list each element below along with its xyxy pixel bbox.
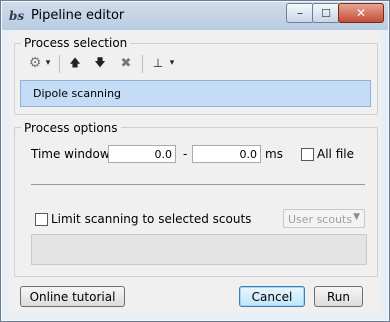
time-unit-label: ms <box>265 147 283 161</box>
toolbar-separator <box>59 55 60 73</box>
time-window-label: Time window: <box>31 147 114 161</box>
maximize-button[interactable]: ☐ <box>312 3 340 23</box>
tree-icon[interactable]: ⊥ <box>150 53 166 73</box>
maximize-icon: ☐ <box>321 6 331 20</box>
delete-icon[interactable]: ✖ <box>118 53 134 73</box>
all-file-label[interactable]: All file <box>317 147 354 161</box>
move-up-icon[interactable]: 🡅 <box>67 53 83 73</box>
pipeline-editor-window: bs Pipeline editor – ☐ ✕ Process selecti… <box>0 0 390 322</box>
limit-scouts-label[interactable]: Limit scanning to selected scouts <box>51 212 251 226</box>
limit-scouts-checkbox[interactable] <box>35 213 48 226</box>
gear-dropdown-icon[interactable]: ▾ <box>43 53 53 73</box>
close-button[interactable]: ✕ <box>338 3 384 23</box>
process-options-title: Process options <box>21 121 121 135</box>
tree-dropdown-icon[interactable]: ▾ <box>167 53 177 73</box>
window-title: Pipeline editor <box>31 8 125 23</box>
brainstorm-app-icon: bs <box>9 9 25 23</box>
title-bar[interactable]: bs Pipeline editor – ☐ ✕ <box>2 2 388 30</box>
options-divider <box>31 184 365 185</box>
move-down-icon[interactable]: 🡇 <box>92 53 108 73</box>
minimize-button[interactable]: – <box>286 3 314 23</box>
toolbar-separator <box>142 55 143 73</box>
time-dash: - <box>183 147 188 161</box>
scouts-select-value: User scouts <box>288 213 353 226</box>
all-file-checkbox[interactable] <box>301 148 314 161</box>
time-start-input[interactable]: 0.0 <box>108 145 176 163</box>
online-tutorial-button[interactable]: Online tutorial <box>20 286 125 307</box>
chevron-down-icon: ▼ <box>353 212 360 222</box>
run-button[interactable]: Run <box>314 286 363 307</box>
list-item[interactable]: Dipole scanning <box>33 87 121 100</box>
close-icon: ✕ <box>355 6 367 20</box>
minimize-icon: – <box>297 6 303 20</box>
time-end-input[interactable]: 0.0 <box>192 145 261 163</box>
scouts-select[interactable]: User scouts ▼ <box>283 209 365 228</box>
process-selection-title: Process selection <box>21 36 131 50</box>
gear-icon[interactable]: ⚙ <box>27 53 43 73</box>
cancel-button[interactable]: Cancel <box>239 286 305 307</box>
process-list[interactable]: Dipole scanning <box>20 80 371 107</box>
scouts-list <box>31 234 367 265</box>
